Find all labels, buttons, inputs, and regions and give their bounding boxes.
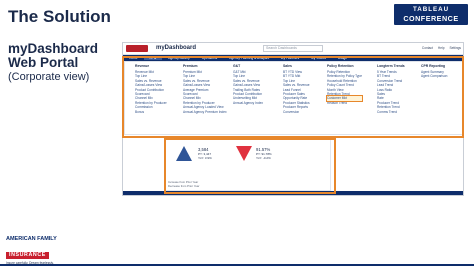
top-link-contact[interactable]: Contact [422,46,433,50]
menu-highlight-frame [122,56,464,138]
kpi-highlight-frame [164,138,336,194]
brand-logo-icon [126,45,148,52]
tc-logo-line-2: CONFERENCE [403,14,459,23]
top-link-help[interactable]: Help [438,46,445,50]
app-name: myDashboard [156,45,197,51]
company-logo-line-1: AMERICAN FAMILY [6,236,57,242]
subtitle-line-3: (Corporate view) [8,71,90,83]
subtitle-line-1: myDashboard [8,41,99,56]
company-logo-line-2: INSURANCE [6,252,49,259]
top-links: Contact Help Settings [422,46,461,50]
tableau-conference-logo: TABLEAU CONFERENCE [394,4,468,25]
top-link-settings[interactable]: Settings [449,46,461,50]
tc-logo-line-1: TABLEAU [412,6,450,13]
slide-subtitle: myDashboard Web Portal [8,42,98,70]
search-input[interactable]: Search Dashboards [263,45,323,52]
app-header: myDashboard Search Dashboards Contact He… [123,43,463,55]
subtitle-line-2: Web Portal [8,55,79,70]
american-family-logo: AMERICAN FAMILY INSURANCE Insure careful… [6,236,64,265]
slide-title: The Solution [8,7,111,26]
